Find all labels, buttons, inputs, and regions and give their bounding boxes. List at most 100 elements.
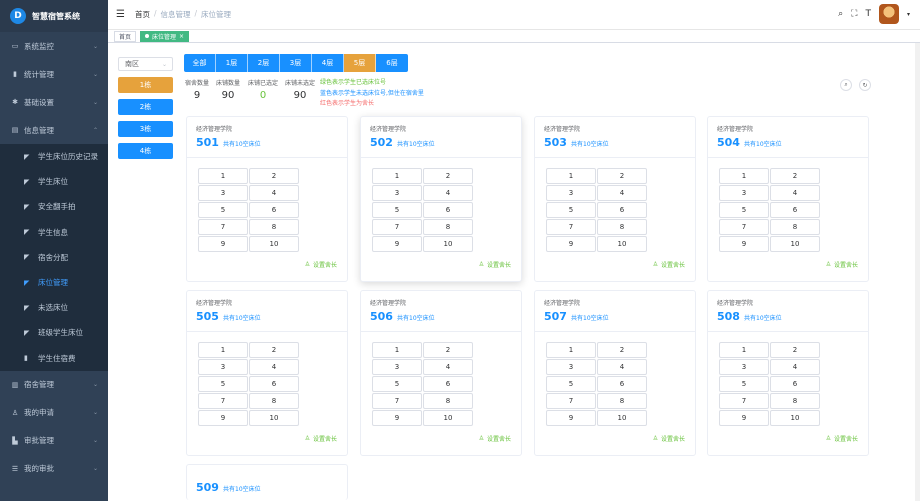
bed-button[interactable]: 2 [423, 342, 473, 358]
bed-button[interactable]: 8 [770, 219, 820, 235]
building-button[interactable]: 2栋 [118, 99, 173, 115]
set-dorm-head-button[interactable]: ♙ 设置舍长 [305, 260, 337, 269]
set-dorm-head-button[interactable]: ♙ 设置舍长 [479, 260, 511, 269]
bed-button[interactable]: 8 [249, 393, 299, 409]
bed-button[interactable]: 3 [198, 359, 248, 375]
bed-button[interactable]: 10 [770, 410, 820, 426]
refresh-button[interactable]: ↻ [859, 79, 871, 91]
bed-button[interactable]: 4 [597, 185, 647, 201]
room-number[interactable]: 502 [370, 136, 393, 149]
bed-button[interactable]: 8 [423, 393, 473, 409]
tag-bed-management[interactable]: 床位管理 × [140, 30, 190, 42]
bed-button[interactable]: 5 [719, 376, 769, 392]
bed-button[interactable]: 4 [249, 359, 299, 375]
floor-tab[interactable]: 2层 [248, 54, 280, 72]
bed-button[interactable]: 10 [249, 236, 299, 252]
bed-button[interactable]: 4 [423, 185, 473, 201]
bed-button[interactable]: 3 [198, 185, 248, 201]
bed-button[interactable]: 5 [546, 376, 596, 392]
bed-button[interactable]: 10 [770, 236, 820, 252]
set-dorm-head-button[interactable]: ♙ 设置舍长 [653, 260, 685, 269]
room-number[interactable]: 507 [544, 310, 567, 323]
bed-button[interactable]: 7 [546, 393, 596, 409]
bed-button[interactable]: 1 [719, 168, 769, 184]
bed-button[interactable]: 9 [372, 236, 422, 252]
bed-button[interactable]: 4 [770, 185, 820, 201]
bed-button[interactable]: 2 [597, 168, 647, 184]
bed-button[interactable]: 9 [198, 410, 248, 426]
sidebar-item-gear[interactable]: ✱ 基础设置 ⌄ [0, 88, 108, 116]
bed-button[interactable]: 6 [597, 376, 647, 392]
bed-button[interactable]: 1 [719, 342, 769, 358]
bed-button[interactable]: 3 [546, 359, 596, 375]
bed-button[interactable]: 3 [719, 359, 769, 375]
sidebar-item-chart[interactable]: ▮ 统计管理 ⌄ [0, 60, 108, 88]
zone-select[interactable]: 南区 ⌄ [118, 57, 173, 71]
bed-button[interactable]: 8 [597, 219, 647, 235]
bed-button[interactable]: 9 [719, 236, 769, 252]
sidebar-subitem[interactable]: ◤ 安全翻手拍 [0, 194, 108, 220]
room-number[interactable]: 506 [370, 310, 393, 323]
floor-tab[interactable]: 5层 [344, 54, 376, 72]
bed-button[interactable]: 5 [198, 376, 248, 392]
caret-down-icon[interactable]: ▾ [907, 11, 910, 18]
set-dorm-head-button[interactable]: ♙ 设置舍长 [479, 434, 511, 443]
bed-button[interactable]: 9 [546, 236, 596, 252]
bed-button[interactable]: 2 [423, 168, 473, 184]
bed-button[interactable]: 4 [423, 359, 473, 375]
floor-tab[interactable]: 3层 [280, 54, 312, 72]
bed-button[interactable]: 1 [546, 168, 596, 184]
room-number[interactable]: 505 [196, 310, 219, 323]
building-button[interactable]: 4栋 [118, 143, 173, 159]
sidebar-subitem[interactable]: ▮ 学生住宿费 [0, 345, 108, 371]
search-icon[interactable]: ⌕ [838, 9, 843, 19]
bed-button[interactable]: 6 [770, 202, 820, 218]
bed-button[interactable]: 9 [719, 410, 769, 426]
bed-button[interactable]: 7 [372, 219, 422, 235]
bed-button[interactable]: 5 [719, 202, 769, 218]
bed-button[interactable]: 10 [423, 410, 473, 426]
set-dorm-head-button[interactable]: ♙ 设置舍长 [305, 434, 337, 443]
bed-button[interactable]: 1 [372, 342, 422, 358]
bed-button[interactable]: 10 [423, 236, 473, 252]
floor-tab[interactable]: 全部 [184, 54, 216, 72]
bed-button[interactable]: 2 [770, 342, 820, 358]
bed-button[interactable]: 6 [423, 202, 473, 218]
breadcrumb-home[interactable]: 首页 [135, 9, 150, 20]
bed-button[interactable]: 10 [597, 236, 647, 252]
bed-button[interactable]: 5 [372, 202, 422, 218]
close-icon[interactable]: × [179, 33, 184, 40]
building-button[interactable]: 3栋 [118, 121, 173, 137]
bed-button[interactable]: 1 [198, 342, 248, 358]
sidebar-subitem[interactable]: ◤ 宿舍分配 [0, 244, 108, 270]
bed-button[interactable]: 6 [249, 376, 299, 392]
bed-button[interactable]: 5 [546, 202, 596, 218]
bed-button[interactable]: 4 [597, 359, 647, 375]
bed-button[interactable]: 9 [198, 236, 248, 252]
set-dorm-head-button[interactable]: ♙ 设置舍长 [826, 434, 858, 443]
bed-button[interactable]: 6 [770, 376, 820, 392]
bed-button[interactable]: 8 [597, 393, 647, 409]
bed-button[interactable]: 2 [770, 168, 820, 184]
bed-button[interactable]: 1 [546, 342, 596, 358]
bed-button[interactable]: 7 [546, 219, 596, 235]
bed-button[interactable]: 5 [198, 202, 248, 218]
bed-button[interactable]: 7 [719, 219, 769, 235]
room-number[interactable]: 501 [196, 136, 219, 149]
bed-button[interactable]: 6 [423, 376, 473, 392]
bed-button[interactable]: 6 [249, 202, 299, 218]
sidebar-subitem[interactable]: ◤ 学生床位历史记录 [0, 144, 108, 170]
avatar[interactable] [878, 4, 899, 24]
bed-button[interactable]: 1 [198, 168, 248, 184]
bed-button[interactable]: 7 [198, 219, 248, 235]
bed-button[interactable]: 5 [372, 376, 422, 392]
bed-button[interactable]: 2 [249, 342, 299, 358]
room-number[interactable]: 508 [717, 310, 740, 323]
bed-button[interactable]: 10 [249, 410, 299, 426]
sidebar-item-list[interactable]: ☰ 我的审批 ⌄ [0, 455, 108, 483]
tag-home[interactable]: 首页 [114, 30, 137, 42]
search-toggle-button[interactable]: ⌕ [840, 79, 852, 91]
floor-tab[interactable]: 4层 [312, 54, 344, 72]
hamburger-icon[interactable]: ☰ [116, 9, 125, 20]
bed-button[interactable]: 9 [546, 410, 596, 426]
